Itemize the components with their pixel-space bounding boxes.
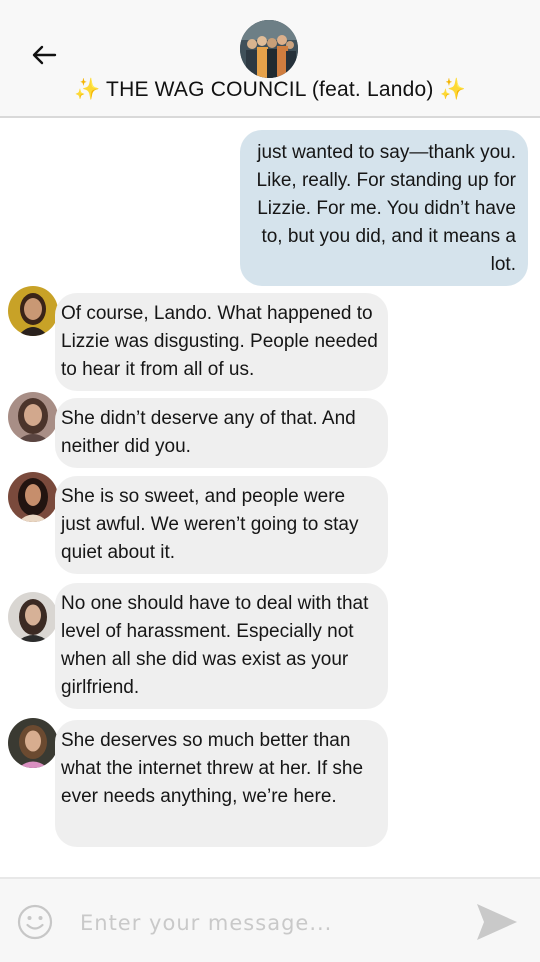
- message-text: She is so sweet, and people were just aw…: [61, 486, 359, 563]
- member-avatar[interactable]: [8, 286, 58, 336]
- sent-message-bubble: just wanted to say—thank you. Like, real…: [240, 130, 528, 286]
- received-message-bubble: She didn’t deserve any of that. And neit…: [55, 398, 388, 468]
- message-text: No one should have to deal with that lev…: [61, 593, 369, 698]
- group-avatar[interactable]: [240, 20, 298, 78]
- smiley-icon[interactable]: [17, 904, 53, 940]
- member-avatar[interactable]: [8, 392, 58, 442]
- chat-title-text: THE WAG COUNCIL (feat. Lando): [106, 78, 434, 101]
- received-message-bubble: She deserves so much better than what th…: [55, 720, 388, 847]
- message-composer: [0, 877, 540, 962]
- message-text: She deserves so much better than what th…: [61, 730, 364, 807]
- chat-title: ✨ THE WAG COUNCIL (feat. Lando) ✨: [0, 76, 540, 104]
- sparkles-icon: ✨: [439, 78, 466, 101]
- received-message-bubble: She is so sweet, and people were just aw…: [55, 476, 388, 574]
- chat-header: ✨ THE WAG COUNCIL (feat. Lando) ✨: [0, 0, 540, 118]
- message-input[interactable]: [78, 905, 462, 941]
- received-message-bubble: Of course, Lando. What happened to Lizzi…: [55, 293, 388, 391]
- member-avatar[interactable]: [8, 592, 58, 642]
- message-text: Of course, Lando. What happened to Lizzi…: [61, 303, 378, 380]
- back-arrow-icon[interactable]: [28, 40, 60, 70]
- received-message-bubble: No one should have to deal with that lev…: [55, 583, 388, 709]
- send-icon[interactable]: [474, 901, 520, 943]
- sparkles-icon: ✨: [74, 78, 101, 101]
- member-avatar[interactable]: [8, 472, 58, 522]
- message-text: just wanted to say—thank you. Like, real…: [256, 142, 516, 275]
- message-text: She didn’t deserve any of that. And neit…: [61, 408, 356, 457]
- member-avatar[interactable]: [8, 718, 58, 768]
